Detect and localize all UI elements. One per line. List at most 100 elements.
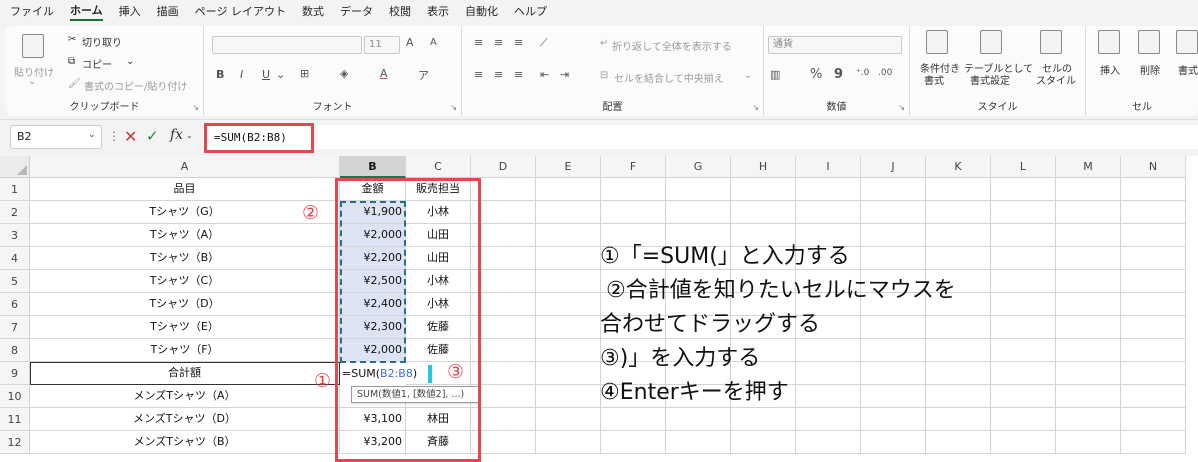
copy-button[interactable]: コピー <box>82 56 112 71</box>
cell-n10[interactable] <box>1121 385 1186 408</box>
cell-g2[interactable] <box>666 201 731 224</box>
cell-e5[interactable] <box>536 270 601 293</box>
cell-e4[interactable] <box>536 247 601 270</box>
wrap-text-button[interactable]: 折り返して全体を表示する <box>612 38 732 53</box>
cell-n5[interactable] <box>1121 270 1186 293</box>
cell-n9[interactable] <box>1121 362 1186 385</box>
menu-view[interactable]: 表示 <box>427 3 449 19</box>
cell-e9[interactable] <box>536 362 601 385</box>
conditional-format-icon[interactable] <box>926 30 948 54</box>
paste-dropdown-icon[interactable]: ⌄ <box>28 76 36 87</box>
cut-button[interactable]: 切り取り <box>82 34 122 49</box>
cell-n8[interactable] <box>1121 339 1186 362</box>
font-size-combo[interactable]: 11 <box>364 36 400 54</box>
row-header-1[interactable]: 1 <box>0 178 30 201</box>
row-header-5[interactable]: 5 <box>0 270 30 293</box>
font-color-icon[interactable]: A <box>380 67 388 80</box>
format-cells-icon[interactable] <box>1176 30 1198 54</box>
align-bottom-icon[interactable]: ≡ <box>514 36 523 49</box>
cell-a4[interactable]: Tシャツ（B） <box>30 247 340 270</box>
cell-e2[interactable] <box>536 201 601 224</box>
row-header-12[interactable]: 12 <box>0 431 30 454</box>
editing-cell-b9[interactable]: =SUM(B2:B8) <box>340 363 417 385</box>
cell-i2[interactable] <box>796 201 861 224</box>
align-left-icon[interactable]: ≡ <box>474 68 483 81</box>
align-top-icon[interactable]: ≡ <box>474 36 483 49</box>
cell-a6[interactable]: Tシャツ（D） <box>30 293 340 316</box>
cell-i11[interactable] <box>796 408 861 431</box>
cell-k2[interactable] <box>926 201 991 224</box>
cell-k12[interactable] <box>926 431 991 454</box>
insert-cells-icon[interactable] <box>1098 30 1120 54</box>
cell-b7[interactable]: ¥2,300 <box>340 316 406 339</box>
cell-c2[interactable]: 小林 <box>406 201 471 224</box>
function-tooltip[interactable]: SUM(数値1, [数値2], ...) <box>351 386 479 403</box>
cell-m11[interactable] <box>1056 408 1121 431</box>
cell-d5[interactable] <box>471 270 536 293</box>
cell-c8[interactable]: 佐藤 <box>406 339 471 362</box>
merge-center-button[interactable]: セルを結合して中央揃え <box>614 70 724 85</box>
cell-m2[interactable] <box>1056 201 1121 224</box>
cell-d6[interactable] <box>471 293 536 316</box>
cell-g1[interactable] <box>666 178 731 201</box>
cancel-icon[interactable]: ✕ <box>124 127 137 146</box>
cell-a2[interactable]: Tシャツ（G） <box>30 201 340 224</box>
cell-n2[interactable] <box>1121 201 1186 224</box>
cell-h1[interactable] <box>731 178 796 201</box>
cell-m1[interactable] <box>1056 178 1121 201</box>
cell-d12[interactable] <box>471 431 536 454</box>
cell-b4[interactable]: ¥2,200 <box>340 247 406 270</box>
column-header-b[interactable]: B <box>340 156 406 178</box>
column-header-a[interactable]: A <box>30 156 340 178</box>
cell-k1[interactable] <box>926 178 991 201</box>
cell-f2[interactable] <box>601 201 666 224</box>
column-header-c[interactable]: C <box>406 156 471 178</box>
underline-dropdown-icon[interactable]: ⌄ <box>276 68 285 81</box>
cell-f12[interactable] <box>601 431 666 454</box>
cell-h11[interactable] <box>731 408 796 431</box>
cell-a12[interactable]: メンズTシャツ（B） <box>30 431 340 454</box>
align-right-icon[interactable]: ≡ <box>514 68 523 81</box>
format-painter-button[interactable]: 書式のコピー/貼り付け <box>84 78 187 93</box>
cell-d3[interactable] <box>471 224 536 247</box>
column-header-e[interactable]: E <box>536 156 601 178</box>
cell-b3[interactable]: ¥2,000 <box>340 224 406 247</box>
bold-button[interactable]: B <box>216 68 224 81</box>
column-header-j[interactable]: J <box>861 156 926 178</box>
column-header-k[interactable]: K <box>926 156 991 178</box>
cell-k11[interactable] <box>926 408 991 431</box>
increase-decimal-icon[interactable]: ⁺.0 <box>856 68 869 78</box>
cell-i1[interactable] <box>796 178 861 201</box>
cell-n3[interactable] <box>1121 224 1186 247</box>
cell-e1[interactable] <box>536 178 601 201</box>
percent-button[interactable]: % <box>810 67 822 82</box>
cell-g12[interactable] <box>666 431 731 454</box>
row-header-10[interactable]: 10 <box>0 385 30 408</box>
cell-c11[interactable]: 林田 <box>406 408 471 431</box>
copy-icon[interactable]: ⧉ <box>68 56 75 67</box>
menu-data[interactable]: データ <box>340 3 373 19</box>
cell-e7[interactable] <box>536 316 601 339</box>
row-header-3[interactable]: 3 <box>0 224 30 247</box>
copy-dropdown-icon[interactable]: ⌄ <box>126 56 134 67</box>
cell-d11[interactable] <box>471 408 536 431</box>
row-header-7[interactable]: 7 <box>0 316 30 339</box>
column-header-n[interactable]: N <box>1121 156 1186 178</box>
cell-j1[interactable] <box>861 178 926 201</box>
column-header-l[interactable]: L <box>991 156 1056 178</box>
cell-d7[interactable] <box>471 316 536 339</box>
cell-c5[interactable]: 小林 <box>406 270 471 293</box>
cell-n11[interactable] <box>1121 408 1186 431</box>
paste-icon[interactable] <box>22 34 44 58</box>
cell-e8[interactable] <box>536 339 601 362</box>
clipboard-launcher-icon[interactable]: ↘ <box>192 103 199 112</box>
cell-a7[interactable]: Tシャツ（E） <box>30 316 340 339</box>
cell-g11[interactable] <box>666 408 731 431</box>
cell-e3[interactable] <box>536 224 601 247</box>
menu-help[interactable]: ヘルプ <box>514 3 547 19</box>
cell-f1[interactable] <box>601 178 666 201</box>
wrap-text-icon[interactable]: ↵ <box>600 38 608 49</box>
cell-d2[interactable] <box>471 201 536 224</box>
cell-a11[interactable]: メンズTシャツ（D） <box>30 408 340 431</box>
merge-dropdown-icon[interactable]: ⌄ <box>744 70 752 81</box>
